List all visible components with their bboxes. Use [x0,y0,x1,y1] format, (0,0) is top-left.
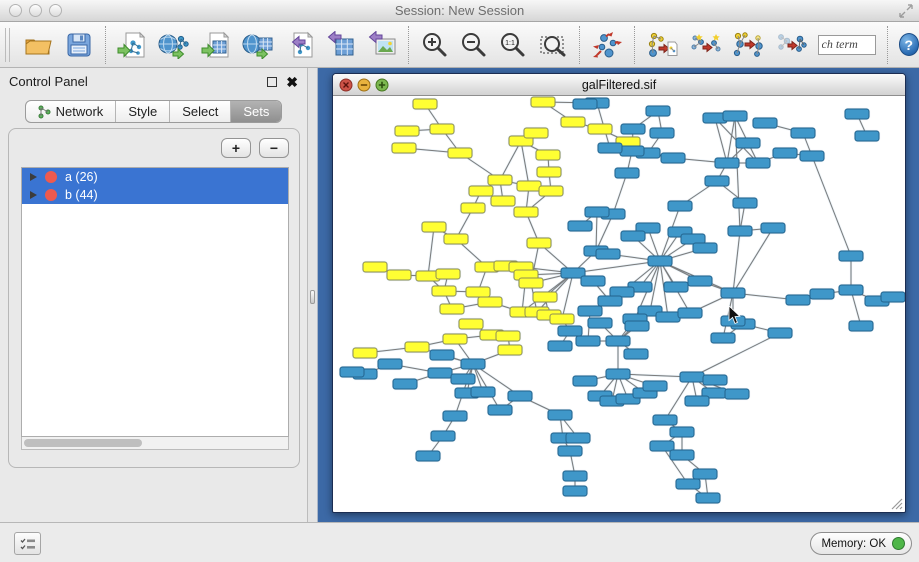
search-field-wrap [818,35,876,55]
hide-selected-icon [775,30,807,60]
memory-ok-dot [892,537,905,550]
control-panel-tabs: Network Style Select Sets [0,100,307,123]
task-list-icon [20,537,36,551]
import-network-web-button[interactable] [158,27,190,63]
toolbar-grip [5,28,10,62]
fullscreen-icon[interactable] [899,4,913,18]
toolbar-separator [579,26,580,64]
open-session-button[interactable] [23,27,53,63]
tab-style[interactable]: Style [116,101,170,122]
set-row-b[interactable]: b (44) [22,186,288,204]
toolbar-separator [887,26,888,64]
new-network-from-selection-icon [646,30,678,60]
import-network-file-button[interactable] [117,27,147,63]
svg-text:1:1: 1:1 [506,40,516,47]
zoom-in-button[interactable] [420,27,448,63]
desktop-pane: galFiltered.sif [318,68,919,522]
network-canvas[interactable] [333,96,905,512]
sets-horizontal-scrollbar[interactable] [21,437,289,450]
set-row-a[interactable]: a (26) [22,168,288,186]
set-color-dot [45,171,57,183]
new-network-selected-edges-button[interactable] [689,27,721,63]
control-panel: Control Panel ✖ Network Style Select [0,68,308,522]
panel-splitter[interactable] [308,68,318,522]
zoom-out-button[interactable] [459,27,487,63]
zoom-fit-selected-button[interactable] [538,27,568,63]
window-title: Session: New Session [0,3,919,18]
sets-list: a (26) b (44) [21,167,289,437]
search-input[interactable] [818,35,876,55]
toolbar-separator [634,26,635,64]
first-neighbors-button[interactable] [732,27,764,63]
memory-label: Memory: OK [821,538,886,550]
tab-select[interactable]: Select [170,101,231,122]
help-button[interactable]: ? [899,33,919,56]
import-network-web-icon [158,31,190,59]
export-table-icon [326,31,356,59]
export-image-button[interactable] [367,27,397,63]
remove-set-button[interactable]: − [259,138,289,158]
control-panel-header: Control Panel ✖ [0,68,307,95]
first-neighbors-icon [732,30,764,60]
frame-minimize-icon[interactable] [357,78,371,92]
resize-grip-icon[interactable] [889,496,903,510]
export-table-button[interactable] [326,27,356,63]
export-network-icon [285,31,315,59]
sets-panel: + − a (26) b (44) [8,128,300,468]
export-network-button[interactable] [285,27,315,63]
main-toolbar: 1:1 [0,22,919,68]
control-panel-title: Control Panel [9,74,88,89]
network-frame[interactable]: galFiltered.sif [332,73,906,513]
task-history-button[interactable] [14,532,41,555]
network-tab-icon [38,105,51,119]
zoom-in-icon [420,31,448,59]
add-set-button[interactable]: + [221,138,251,158]
expand-triangle-icon[interactable] [30,191,37,199]
network-frame-titlebar[interactable]: galFiltered.sif [333,74,905,96]
float-panel-icon[interactable] [267,77,277,87]
zoom-out-icon [459,31,487,59]
tab-sets[interactable]: Sets [231,101,281,122]
import-table-file-button[interactable] [201,27,231,63]
open-folder-icon [23,32,53,58]
set-label: b (44) [65,188,98,202]
scrollbar-thumb[interactable] [24,439,142,447]
network-svg [333,96,905,512]
import-network-file-icon [117,31,147,59]
status-bar: Memory: OK [0,522,919,562]
save-session-button[interactable] [64,27,94,63]
zoom-fit-icon [538,31,568,59]
import-table-file-icon [201,31,231,59]
toolbar-separator [105,26,106,64]
frame-close-icon[interactable] [339,78,353,92]
apply-layout-button[interactable] [591,27,623,63]
new-network-selected-edges-icon [689,30,721,60]
toolbar-separator [408,26,409,64]
apply-layout-icon [591,30,623,60]
main-titlebar: Session: New Session [0,0,919,22]
zoom-actual-icon: 1:1 [498,31,526,59]
memory-status-badge[interactable]: Memory: OK [810,532,912,555]
set-label: a (26) [65,170,98,184]
set-color-dot [45,189,57,201]
tab-network[interactable]: Network [26,101,117,122]
save-floppy-icon [66,32,92,58]
export-image-icon [367,31,397,59]
import-table-web-button[interactable] [242,27,274,63]
splitter-handle[interactable] [310,290,315,304]
new-network-from-selection-button[interactable] [646,27,678,63]
zoom-actual-size-button[interactable]: 1:1 [498,27,526,63]
close-panel-icon[interactable]: ✖ [286,77,298,87]
mouse-cursor [728,306,741,325]
help-question-icon: ? [904,37,913,53]
network-frame-title: galFiltered.sif [333,78,905,92]
frame-maximize-icon[interactable] [375,78,389,92]
hide-selected-button[interactable] [775,27,807,63]
expand-triangle-icon[interactable] [30,173,37,181]
import-table-web-icon [242,31,274,59]
